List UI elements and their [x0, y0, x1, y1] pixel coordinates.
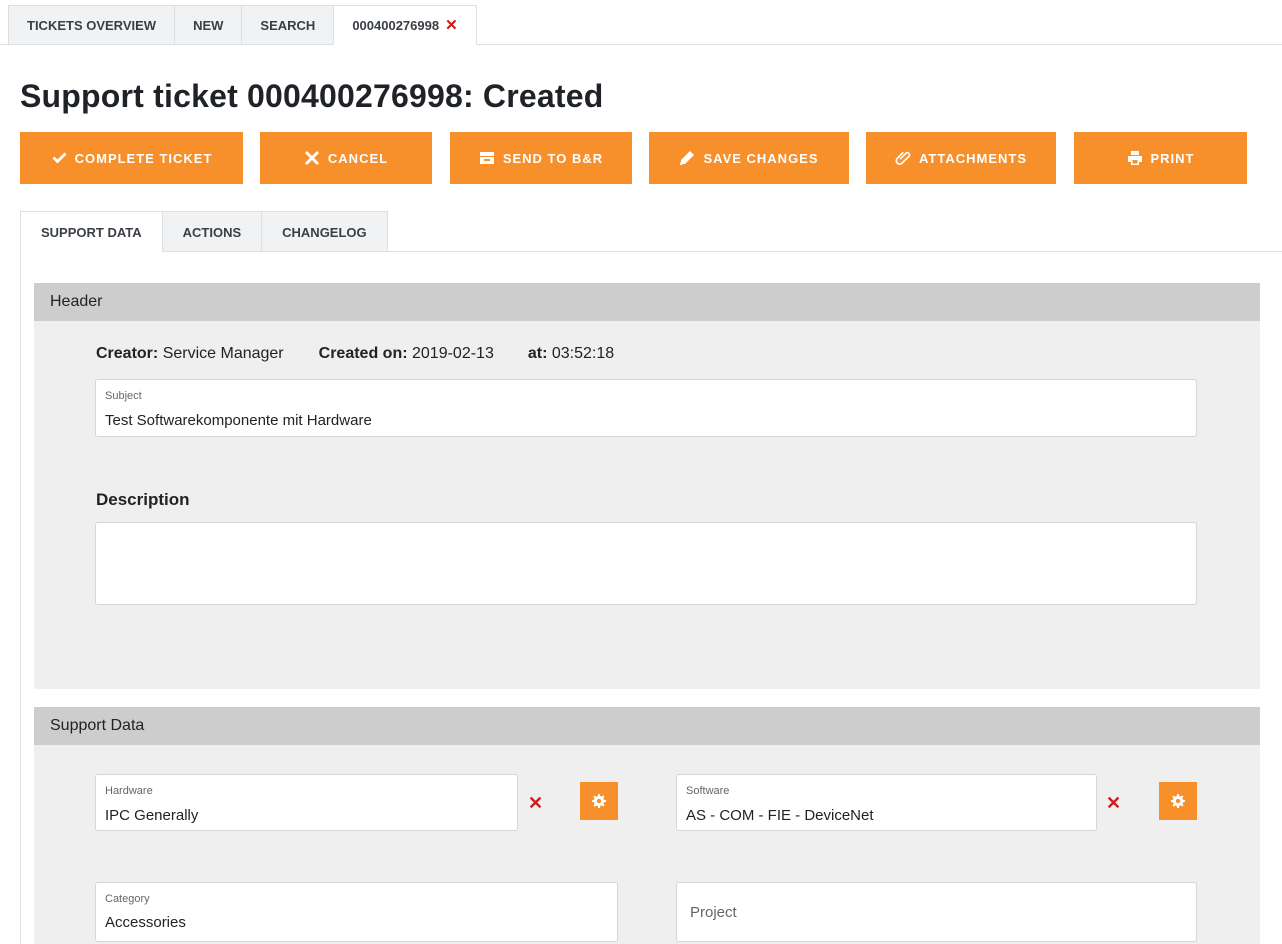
tab-actions[interactable]: ACTIONS — [161, 211, 262, 252]
hardware-field[interactable]: Hardware IPC Generally — [95, 774, 518, 831]
category-field[interactable]: Category Accessories — [95, 882, 618, 942]
creator-value: Service Manager — [162, 345, 284, 362]
tab-tickets-overview[interactable]: TICKETS OVERVIEW — [8, 5, 175, 45]
page-title: Support ticket 000400276998: Created — [20, 78, 604, 114]
gear-icon — [592, 794, 606, 808]
category-label: Category — [105, 893, 150, 905]
hardware-label: Hardware — [105, 785, 153, 797]
cancel-label: CANCEL — [327, 150, 389, 166]
header-panel: Header — [34, 283, 1260, 689]
support-data-panel-title: Support Data — [34, 707, 1260, 745]
tab-search[interactable]: SEARCH — [241, 5, 334, 45]
hardware-settings-button[interactable] — [580, 782, 618, 820]
tab-support-data[interactable]: SUPPORT DATA — [20, 211, 162, 252]
software-field[interactable]: Software AS - COM - FIE - DeviceNet — [676, 774, 1097, 831]
time-value: 03:52:18 — [551, 345, 615, 362]
tab-new[interactable]: NEW — [174, 5, 242, 45]
complete-ticket-label: COMPLETE TICKET — [74, 150, 213, 166]
pencil-icon — [680, 151, 695, 165]
checkmark-icon — [52, 152, 67, 164]
complete-ticket-button[interactable]: COMPLETE TICKET — [20, 132, 243, 184]
project-placeholder: Project — [690, 903, 737, 921]
gear-icon — [1171, 794, 1185, 808]
inbox-icon — [479, 152, 494, 164]
printer-icon — [1127, 151, 1142, 165]
hardware-clear-icon[interactable]: ✕ — [528, 793, 543, 814]
close-icon[interactable]: ✕ — [445, 17, 458, 34]
top-tabbar: TICKETS OVERVIEW NEW SEARCH 000400276998… — [8, 5, 477, 45]
subject-field[interactable]: Subject Test Softwarekomponente mit Hard… — [95, 379, 1197, 437]
subject-value: Test Softwarekomponente mit Hardware — [105, 412, 372, 429]
tab-ticket-label: 000400276998 — [352, 18, 440, 33]
category-value: Accessories — [105, 914, 186, 931]
send-to-br-label: SEND TO B&R — [502, 150, 604, 166]
attachments-label: ATTACHMENTS — [918, 150, 1027, 166]
software-settings-button[interactable] — [1159, 782, 1197, 820]
save-changes-button[interactable]: SAVE CHANGES — [649, 132, 849, 184]
project-field[interactable]: Project — [676, 882, 1197, 942]
send-to-br-button[interactable]: SEND TO B&R — [450, 132, 632, 184]
ticket-meta: Creator: Service Manager Created on: 201… — [96, 345, 614, 363]
subject-label: Subject — [105, 390, 142, 402]
save-changes-label: SAVE CHANGES — [703, 150, 819, 166]
print-label: PRINT — [1150, 150, 1195, 166]
paperclip-icon — [895, 151, 911, 165]
cancel-button[interactable]: CANCEL — [260, 132, 432, 184]
content-tabbar: SUPPORT DATA ACTIONS CHANGELOG — [20, 211, 388, 252]
description-label: Description — [96, 490, 190, 509]
tab-changelog[interactable]: CHANGELOG — [261, 211, 388, 252]
header-panel-title: Header — [34, 283, 1260, 321]
created-on-label: Created on: — [318, 345, 408, 362]
created-on-value: 2019-02-13 — [412, 345, 494, 362]
software-label: Software — [686, 785, 730, 797]
time-label: at: — [527, 345, 548, 362]
close-icon — [304, 151, 319, 165]
hardware-value: IPC Generally — [105, 807, 199, 824]
software-clear-icon[interactable]: ✕ — [1106, 793, 1121, 814]
attachments-button[interactable]: ATTACHMENTS — [866, 132, 1056, 184]
description-textarea[interactable] — [95, 522, 1197, 605]
software-value: AS - COM - FIE - DeviceNet — [686, 807, 874, 824]
print-button[interactable]: PRINT — [1074, 132, 1247, 184]
tab-ticket[interactable]: 000400276998 ✕ — [333, 5, 477, 45]
creator-label: Creator: — [96, 345, 159, 362]
